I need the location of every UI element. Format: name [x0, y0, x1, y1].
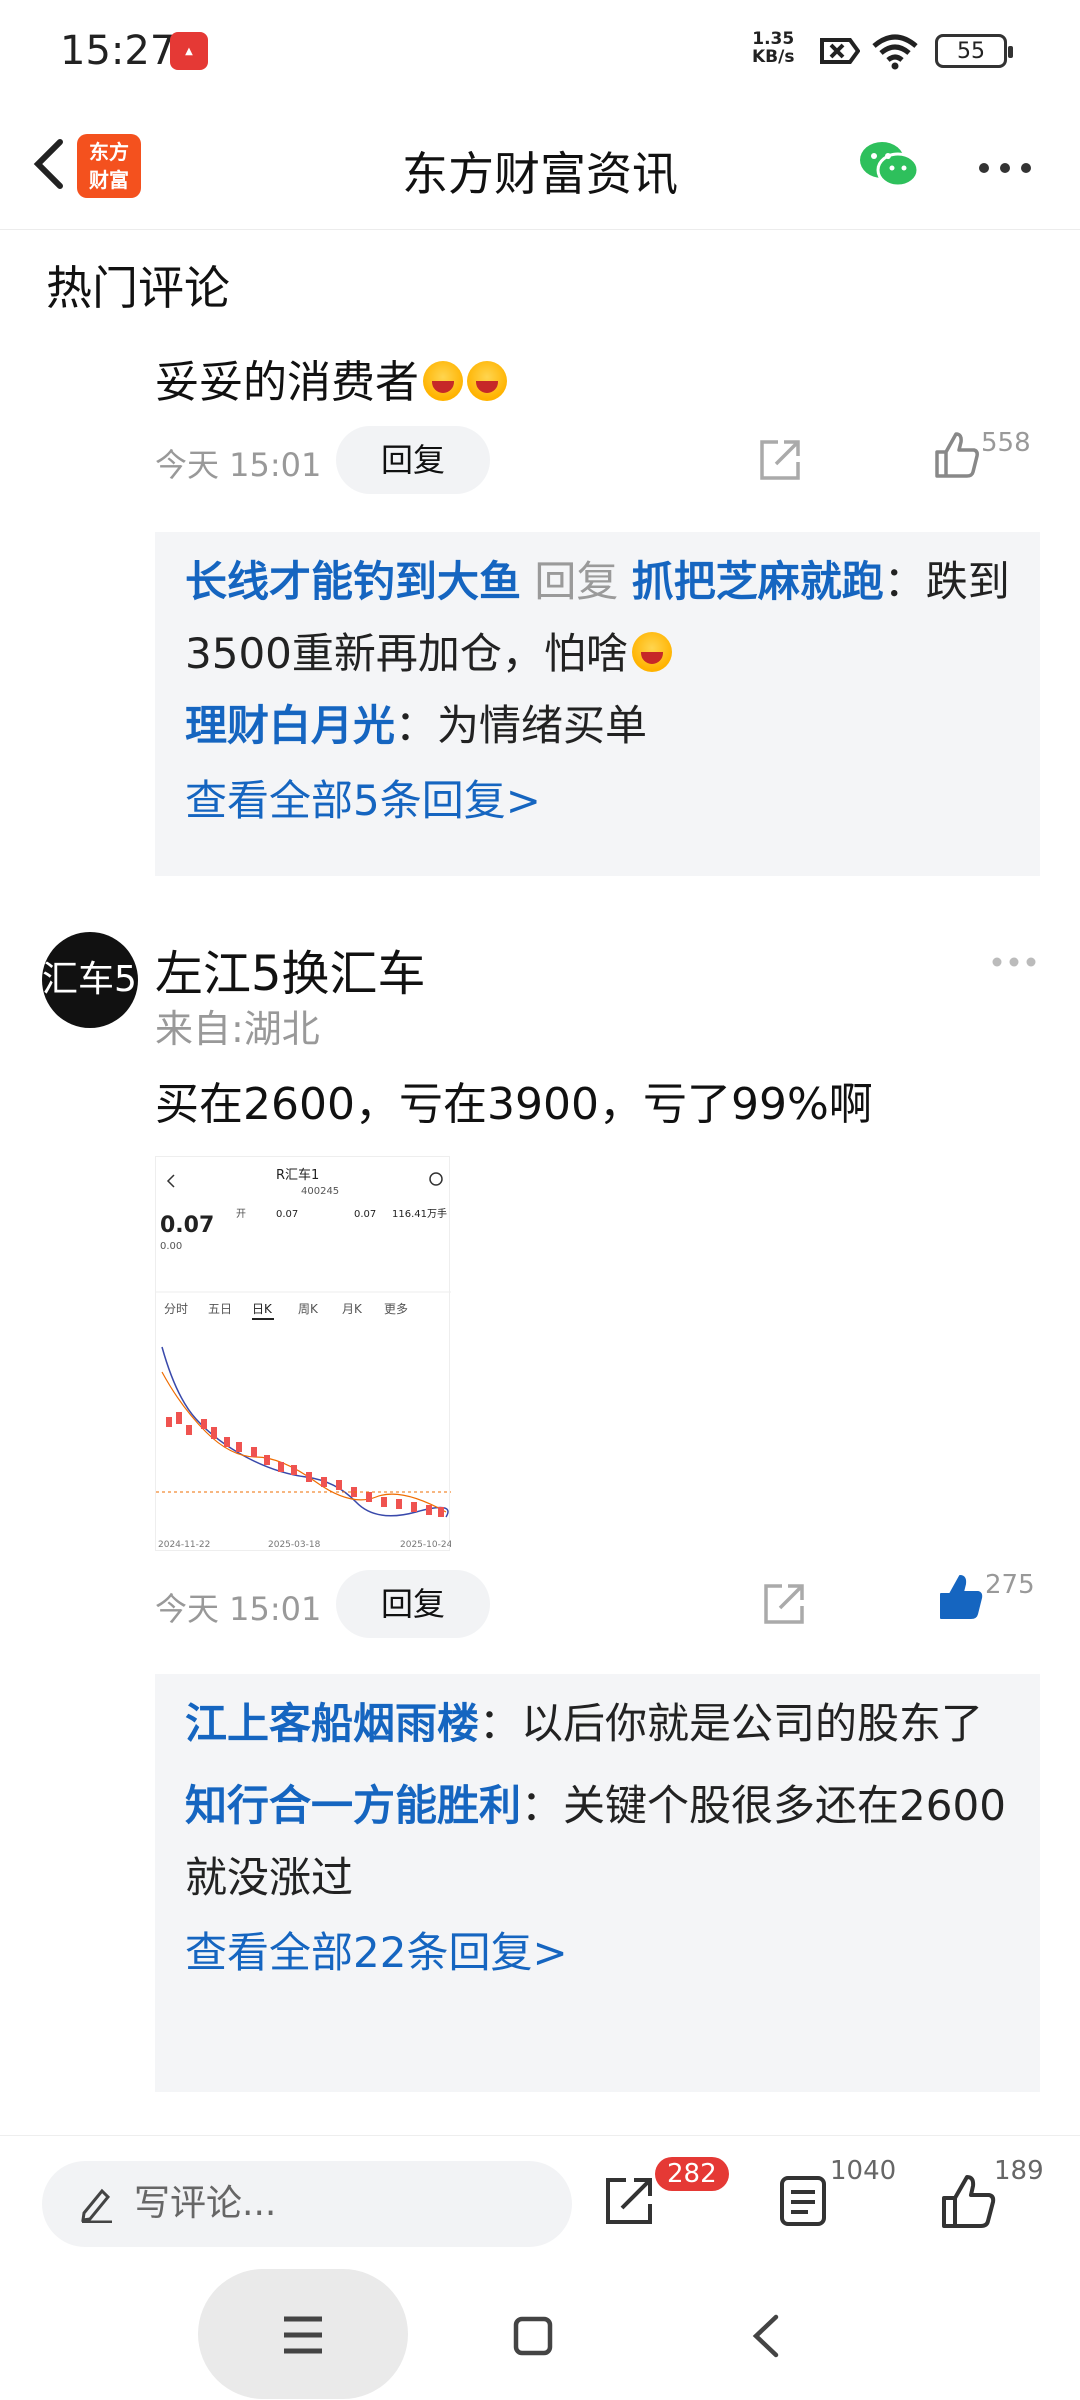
thumb-price: 0.07	[160, 1213, 214, 1238]
wechat-share-icon[interactable]	[858, 140, 920, 190]
comment-time: 今天 15:01	[155, 446, 322, 484]
reply-author[interactable]: 知行合一方能胜利	[185, 1781, 521, 1830]
avatar[interactable]: 汇车5	[42, 932, 138, 1028]
comments-count: 1040	[830, 2156, 897, 2186]
comment-text: 妥妥的消费者	[155, 346, 507, 410]
reply-target[interactable]: 抓把芝麻就跑	[632, 557, 884, 606]
reply-item: 长线才能钓到大鱼 回复 抓把芝麻就跑：跌到3500重新再加仓，怕啥	[185, 557, 1010, 678]
reply-author[interactable]: 理财白月光	[185, 701, 395, 750]
share-icon[interactable]	[762, 1582, 806, 1626]
laughing-emoji-icon	[467, 361, 507, 401]
thumbs-up-filled-icon[interactable]	[938, 1572, 984, 1622]
svg-text:周K: 周K	[298, 1302, 319, 1316]
user-location: 来自:湖北	[155, 1007, 320, 1051]
reply-preview-box: 长线才能钓到大鱼 回复 抓把芝麻就跑：跌到3500重新再加仓，怕啥 理财白月光：…	[155, 532, 1040, 876]
thumbs-up-icon[interactable]	[940, 2172, 996, 2230]
wifi-icon	[872, 34, 918, 70]
reply-button[interactable]: 回复	[336, 426, 490, 494]
menu-nav-button[interactable]	[198, 2269, 408, 2399]
laughing-emoji-icon	[423, 361, 463, 401]
svg-text:开: 开	[236, 1209, 246, 1220]
thumb-high: 0.07	[354, 1209, 376, 1220]
reply-author[interactable]: 长线才能钓到大鱼	[185, 557, 521, 606]
reply-item: 理财白月光：为情绪买单	[185, 701, 648, 750]
status-bar: 15:27 ▲ 1.35 KB/s 55	[0, 0, 1080, 100]
system-nav-bar	[0, 2265, 1080, 2400]
view-all-replies-link[interactable]: 查看全部22条回复>	[185, 1914, 1010, 1992]
top-header: 东方 财富 东方财富资讯	[0, 100, 1080, 230]
more-options-icon[interactable]	[978, 162, 1032, 174]
svg-text:月K: 月K	[342, 1302, 363, 1316]
comments-icon[interactable]	[778, 2174, 828, 2228]
like-count: 275	[985, 1570, 1035, 1600]
stock-chart-thumbnail[interactable]: R汇车1 400245 0.07 0.00 开 0.07 0.07 116.41…	[155, 1156, 453, 1551]
share-count-badge: 282	[655, 2157, 729, 2191]
more-options-icon[interactable]	[992, 956, 1036, 968]
reply-item: 江上客船烟雨楼：以后你就是公司的股东了	[185, 1699, 984, 1748]
notification-app-icon: ▲	[170, 32, 208, 70]
thumb-vol: 116.41万手	[392, 1207, 447, 1220]
svg-text:更多: 更多	[384, 1302, 408, 1316]
thumb-code: 400245	[301, 1186, 339, 1197]
view-all-replies-link[interactable]: 查看全部5条回复>	[185, 762, 1010, 840]
hot-comments-heading: 热门评论	[46, 261, 230, 315]
status-time: 15:27	[60, 28, 176, 74]
battery-indicator: 55	[935, 34, 1013, 68]
likes-count: 189	[994, 2156, 1044, 2186]
reply-button[interactable]: 回复	[336, 1570, 490, 1638]
svg-text:五日: 五日	[208, 1302, 232, 1316]
svg-text:2025-10-24: 2025-10-24	[400, 1540, 451, 1550]
comment-text: 买在2600，亏在3900，亏了99%啊	[155, 1079, 873, 1130]
no-sim-icon	[820, 38, 860, 64]
svg-text:日K: 日K	[252, 1302, 273, 1316]
svg-text:2024-11-22: 2024-11-22	[158, 1540, 210, 1550]
reply-item: 知行合一方能胜利：关键个股很多还在2600就没涨过	[185, 1781, 1006, 1902]
reply-preview-box: 江上客船烟雨楼：以后你就是公司的股东了 知行合一方能胜利：关键个股很多还在260…	[155, 1674, 1040, 2092]
home-icon[interactable]	[512, 2315, 554, 2357]
thumb-open: 0.07	[276, 1209, 298, 1220]
comment-time: 今天 15:01	[155, 1590, 322, 1628]
share-icon[interactable]	[602, 2174, 656, 2228]
pen-icon	[81, 2188, 112, 2223]
svg-text:分时: 分时	[164, 1302, 188, 1316]
laughing-emoji-icon	[631, 632, 672, 672]
like-count: 558	[981, 428, 1031, 458]
menu-icon	[284, 2316, 322, 2354]
share-icon[interactable]	[758, 438, 802, 482]
write-comment-input[interactable]: 写评论...	[42, 2161, 572, 2247]
reply-author[interactable]: 江上客船烟雨楼	[185, 1699, 479, 1748]
thumb-title: R汇车1	[276, 1167, 319, 1183]
network-speed: 1.35 KB/s	[752, 29, 795, 67]
username[interactable]: 左江5换汇车	[155, 934, 426, 1004]
thumbs-up-icon[interactable]	[934, 430, 980, 480]
svg-text:2025-03-18: 2025-03-18	[268, 1540, 321, 1550]
thumb-change: 0.00	[160, 1241, 182, 1252]
bottom-action-bar: 写评论... 282 1040 189	[0, 2135, 1080, 2265]
back-nav-icon[interactable]	[748, 2313, 782, 2359]
